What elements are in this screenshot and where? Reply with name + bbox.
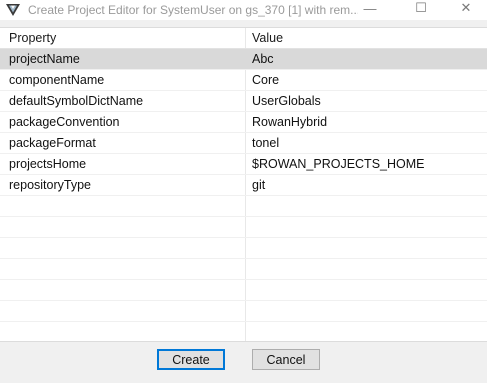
minimize-button[interactable]: — — [350, 0, 390, 16]
table-row[interactable]: componentName Core — [0, 70, 487, 91]
gemstone-v-icon — [6, 3, 20, 17]
value-cell[interactable]: UserGlobals — [252, 94, 321, 108]
empty-row — [0, 322, 487, 341]
value-cell[interactable]: tonel — [252, 136, 279, 150]
value-cell[interactable]: $ROWAN_PROJECTS_HOME — [252, 157, 424, 171]
property-cell[interactable]: defaultSymbolDictName — [9, 94, 143, 108]
property-table[interactable]: Property Value projectName Abc componentNa… — [0, 27, 487, 342]
maximize-button[interactable]: ☐ — [401, 0, 441, 16]
empty-row — [0, 259, 487, 280]
property-cell[interactable]: packageConvention — [9, 115, 120, 129]
empty-row — [0, 196, 487, 217]
table-row[interactable]: projectsHome $ROWAN_PROJECTS_HOME — [0, 154, 487, 175]
empty-row — [0, 238, 487, 259]
value-cell[interactable]: Abc — [252, 52, 274, 66]
empty-row — [0, 280, 487, 301]
empty-row — [0, 217, 487, 238]
table-row[interactable]: packageFormat tonel — [0, 133, 487, 154]
property-cell[interactable]: componentName — [9, 73, 104, 87]
header-property[interactable]: Property — [9, 31, 56, 45]
title-bar[interactable]: Create Project Editor for SystemUser on … — [0, 0, 487, 20]
value-cell[interactable]: RowanHybrid — [252, 115, 327, 129]
empty-row — [0, 301, 487, 322]
window-title: Create Project Editor for SystemUser on … — [28, 3, 358, 17]
header-value[interactable]: Value — [252, 31, 283, 45]
value-cell[interactable]: Core — [252, 73, 279, 87]
create-project-editor-window: Create Project Editor for SystemUser on … — [0, 0, 487, 383]
property-cell[interactable]: projectName — [9, 52, 80, 66]
close-button[interactable]: ✕ — [446, 0, 486, 16]
table-row[interactable]: packageConvention RowanHybrid — [0, 112, 487, 133]
table-row[interactable]: defaultSymbolDictName UserGlobals — [0, 91, 487, 112]
property-cell[interactable]: projectsHome — [9, 157, 86, 171]
property-cell[interactable]: repositoryType — [9, 178, 91, 192]
table-row[interactable]: repositoryType git — [0, 175, 487, 196]
property-cell[interactable]: packageFormat — [9, 136, 96, 150]
table-row[interactable]: projectName Abc — [0, 49, 487, 70]
cancel-button[interactable]: Cancel — [252, 349, 320, 370]
value-cell[interactable]: git — [252, 178, 265, 192]
table-header: Property Value — [0, 28, 487, 49]
create-button[interactable]: Create — [157, 349, 225, 370]
